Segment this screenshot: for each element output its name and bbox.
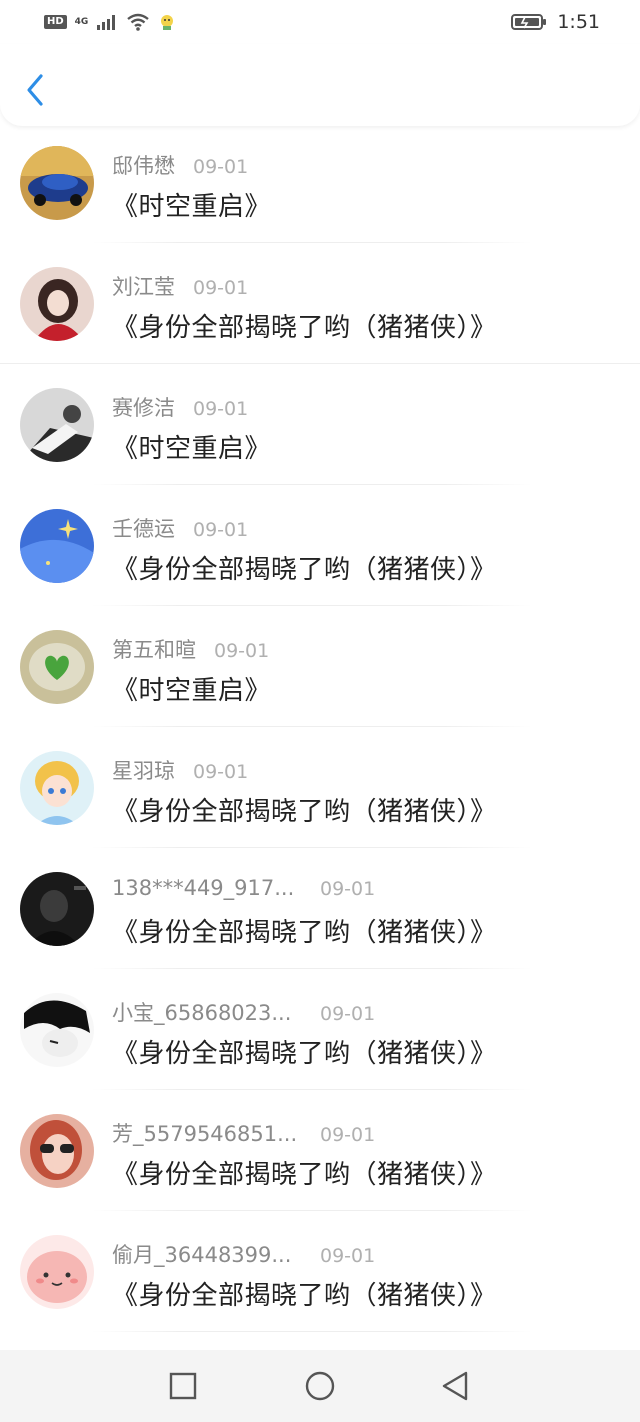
- avatar[interactable]: [20, 872, 94, 946]
- recent-apps-button[interactable]: [167, 1370, 199, 1402]
- network-label: 4G: [74, 16, 89, 27]
- list-item[interactable]: 偷月_36448399... 09-01 《身份全部揭晓了哟（猪猪侠）》: [0, 1211, 640, 1332]
- battery-icon: [511, 14, 547, 30]
- signal-icon: [97, 15, 116, 30]
- item-date: 09-01: [193, 519, 249, 541]
- divider: [92, 1331, 532, 1332]
- item-meta: 刘江莹 09-01: [112, 271, 248, 301]
- chevron-left-icon: [27, 74, 43, 106]
- comment-list: 邸伟懋 09-01 《时空重启》 刘江莹 09-01 《身份全部揭晓了哟（猪猪侠…: [0, 122, 640, 1332]
- item-title: 《身份全部揭晓了哟（猪猪侠）》: [112, 918, 497, 948]
- item-title: 《时空重启》: [112, 434, 272, 464]
- status-left: HD 4G: [44, 13, 176, 31]
- user-name: 刘江莹: [112, 275, 175, 299]
- item-meta: 星羽琼 09-01: [112, 755, 248, 785]
- avatar[interactable]: [20, 509, 94, 583]
- user-name: 第五和暄: [112, 638, 196, 662]
- status-bar: HD 4G 1:51: [0, 0, 640, 44]
- system-back-button[interactable]: [440, 1370, 472, 1402]
- item-date: 09-01: [320, 1003, 376, 1025]
- item-meta: 壬德运 09-01: [112, 513, 248, 543]
- circle-home-icon: [305, 1371, 335, 1401]
- status-right: 1:51: [511, 11, 600, 33]
- list-item[interactable]: 小宝_65868023... 09-01 《身份全部揭晓了哟（猪猪侠）》: [0, 969, 640, 1090]
- avatar-image: [20, 993, 94, 1067]
- item-date: 09-01: [193, 398, 249, 420]
- item-title: 《身份全部揭晓了哟（猪猪侠）》: [112, 555, 497, 585]
- user-name: 小宝_65868023...: [112, 1001, 292, 1025]
- avatar[interactable]: [20, 630, 94, 704]
- avatar[interactable]: [20, 751, 94, 825]
- home-button[interactable]: [304, 1370, 336, 1402]
- avatar-image: [20, 146, 94, 220]
- list-item[interactable]: 芳_5579546851... 09-01 《身份全部揭晓了哟（猪猪侠）》: [0, 1090, 640, 1211]
- header-bar: [0, 44, 640, 126]
- item-title: 《时空重启》: [112, 192, 272, 222]
- avatar-image: [20, 267, 94, 341]
- item-meta: 第五和暄 09-01: [112, 634, 269, 664]
- item-date: 09-01: [320, 1245, 376, 1267]
- avatar[interactable]: [20, 388, 94, 462]
- item-title: 《身份全部揭晓了哟（猪猪侠）》: [112, 797, 497, 827]
- triangle-back-icon: [442, 1371, 468, 1401]
- item-title: 《身份全部揭晓了哟（猪猪侠）》: [112, 1281, 497, 1311]
- item-title: 《时空重启》: [112, 676, 272, 706]
- item-meta: 赛修洁 09-01: [112, 392, 248, 422]
- hd-badge: HD: [44, 15, 67, 29]
- notification-app-icon: [161, 15, 174, 30]
- item-meta: 芳_5579546851... 09-01: [112, 1118, 375, 1148]
- item-meta: 偷月_36448399... 09-01: [112, 1239, 375, 1269]
- avatar-image: [20, 751, 94, 825]
- item-date: 09-01: [320, 1124, 376, 1146]
- user-name: 芳_5579546851...: [112, 1122, 298, 1146]
- avatar[interactable]: [20, 1114, 94, 1188]
- item-title: 《身份全部揭晓了哟（猪猪侠）》: [112, 1160, 497, 1190]
- list-item[interactable]: 壬德运 09-01 《身份全部揭晓了哟（猪猪侠）》: [0, 485, 640, 606]
- item-date: 09-01: [193, 761, 249, 783]
- user-name: 星羽琼: [112, 759, 175, 783]
- list-item[interactable]: 邸伟懋 09-01 《时空重启》: [0, 122, 640, 243]
- list-item[interactable]: 138***449_917... 09-01 《身份全部揭晓了哟（猪猪侠）》: [0, 848, 640, 969]
- list-item[interactable]: 第五和暄 09-01 《时空重启》: [0, 606, 640, 727]
- avatar[interactable]: [20, 146, 94, 220]
- status-time: 1:51: [557, 11, 600, 33]
- item-date: 09-01: [214, 640, 270, 662]
- avatar-image: [20, 388, 94, 462]
- user-name: 138***449_917...: [112, 876, 295, 900]
- avatar[interactable]: [20, 993, 94, 1067]
- item-meta: 邸伟懋 09-01: [112, 150, 248, 180]
- back-button[interactable]: [18, 70, 52, 110]
- item-date: 09-01: [193, 277, 249, 299]
- user-name: 偷月_36448399...: [112, 1243, 292, 1267]
- item-meta: 138***449_917... 09-01: [112, 876, 375, 900]
- avatar-image: [20, 509, 94, 583]
- item-date: 09-01: [320, 878, 376, 900]
- user-name: 赛修洁: [112, 396, 175, 420]
- item-date: 09-01: [193, 156, 249, 178]
- avatar-image: [20, 1235, 94, 1309]
- user-name: 邸伟懋: [112, 154, 175, 178]
- avatar[interactable]: [20, 1235, 94, 1309]
- avatar-image: [20, 872, 94, 946]
- item-meta: 小宝_65868023... 09-01: [112, 997, 375, 1027]
- item-title: 《身份全部揭晓了哟（猪猪侠）》: [112, 313, 497, 343]
- list-item[interactable]: 刘江莹 09-01 《身份全部揭晓了哟（猪猪侠）》: [0, 243, 640, 364]
- square-recent-apps-icon: [169, 1372, 197, 1400]
- screen: HD 4G 1:51 邸伟懋 09-01 《时空重启》 刘江莹 09-01 《身…: [0, 0, 640, 1422]
- list-item[interactable]: 赛修洁 09-01 《时空重启》: [0, 364, 640, 485]
- item-title: 《身份全部揭晓了哟（猪猪侠）》: [112, 1039, 497, 1069]
- avatar-image: [20, 630, 94, 704]
- wifi-icon: [127, 13, 150, 31]
- avatar-image: [20, 1114, 94, 1188]
- user-name: 壬德运: [112, 517, 175, 541]
- list-item[interactable]: 星羽琼 09-01 《身份全部揭晓了哟（猪猪侠）》: [0, 727, 640, 848]
- avatar[interactable]: [20, 267, 94, 341]
- system-nav-bar: [0, 1350, 640, 1422]
